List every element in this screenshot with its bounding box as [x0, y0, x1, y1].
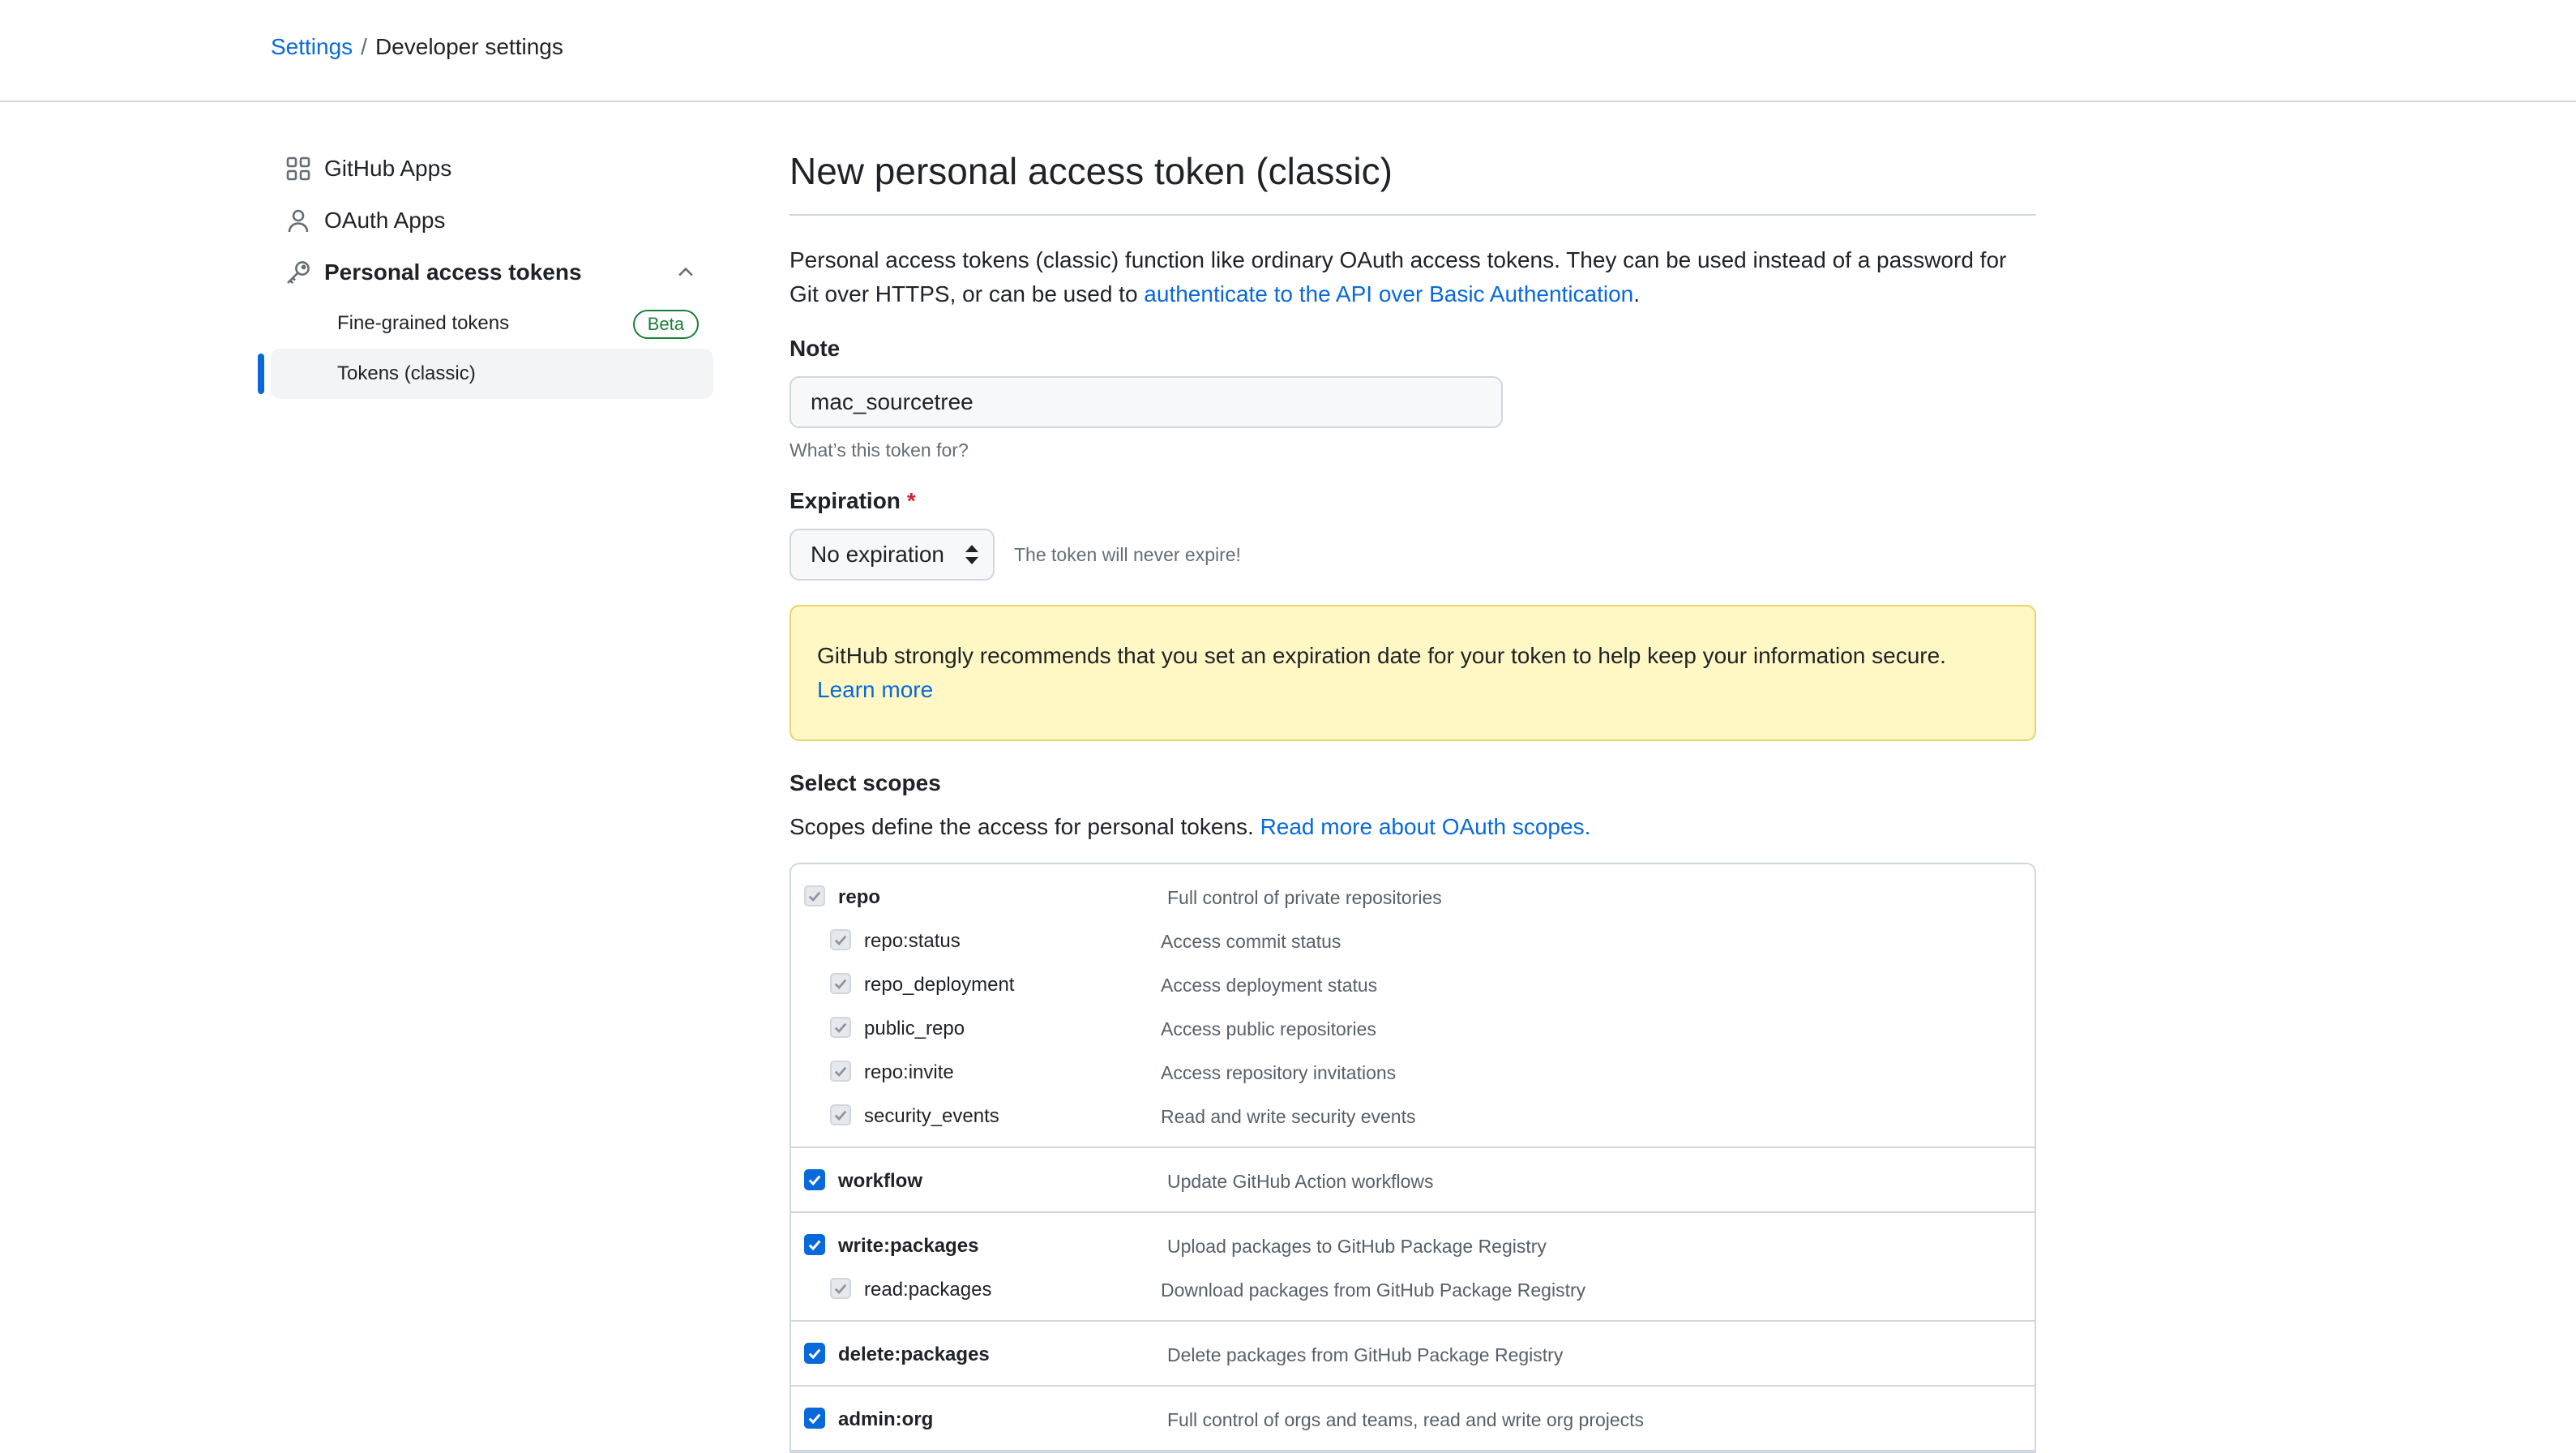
sidebar-item-personal-access-tokens[interactable]: Personal access tokens [258, 246, 713, 298]
breadcrumb: Settings / Developer settings [271, 31, 563, 63]
basic-auth-link[interactable]: authenticate to the API over Basic Authe… [1144, 281, 1633, 306]
subscope-checkbox[interactable] [830, 973, 851, 994]
scope-checkbox[interactable] [804, 1408, 825, 1429]
expiration-row: No expiration The token will never expir… [789, 529, 2036, 581]
sidebar: GitHub Apps OAuth Apps Personal access t… [258, 143, 713, 399]
scope-description: Full control of private repositories [1167, 886, 1442, 908]
subscope-checkbox[interactable] [830, 1061, 851, 1082]
expiration-note: The token will never expire! [1013, 543, 1241, 565]
sidebar-item-fine-grained-tokens[interactable]: Fine-grained tokens Beta [271, 298, 713, 349]
active-indicator [258, 354, 264, 394]
sidebar-item-label: OAuth Apps [324, 208, 446, 233]
scope-checkbox[interactable] [804, 1234, 825, 1255]
subscope-description: Access deployment status [1161, 974, 1378, 996]
scope-name: repo [838, 886, 881, 908]
scope-group: repo Full control of private repositories… [791, 864, 2035, 1148]
subscope-name: security_events [864, 1105, 999, 1127]
top-bar: Settings / Developer settings [0, 0, 2576, 102]
note-label: Note [789, 336, 841, 361]
scope-checkbox[interactable] [804, 885, 825, 907]
key-icon [284, 258, 313, 287]
flash-text: GitHub strongly recommends that you set … [817, 643, 1946, 668]
scope-description: Delete packages from GitHub Package Regi… [1167, 1344, 1564, 1365]
subscope-description: Read and write security events [1161, 1105, 1416, 1127]
scope-row: repo Full control of private repositories [791, 876, 2035, 919]
scope-group: admin:org Full control of orgs and teams,… [791, 1387, 2035, 1451]
scope-row: delete:packages Delete packages from GitH… [791, 1333, 2035, 1377]
breadcrumb-separator: / [361, 34, 367, 59]
subscope-row: read:packages Download packages from GitH… [791, 1268, 2035, 1312]
intro-text: Personal access tokens (classic) functio… [789, 243, 2036, 311]
expiration-warning-flash: GitHub strongly recommends that you set … [789, 605, 2036, 741]
expiration-select[interactable]: No expiration [789, 529, 995, 581]
expiration-select-value: No expiration [811, 542, 944, 567]
select-scopes-heading: Select scopes [789, 770, 941, 795]
sidebar-item-oauth-apps[interactable]: OAuth Apps [258, 195, 713, 246]
select-arrows-icon [965, 545, 978, 564]
note-hint: What’s this token for? [789, 439, 969, 461]
breadcrumb-current: Developer settings [374, 34, 563, 59]
subscope-name: repo_deployment [864, 974, 1015, 996]
scope-description: Update GitHub Action workflows [1167, 1170, 1434, 1192]
scope-name: admin:org [838, 1408, 934, 1430]
breadcrumb-settings-link[interactable]: Settings [271, 31, 353, 63]
subscope-description: Access commit status [1161, 930, 1341, 952]
subscope-row: repo:status Access commit status [791, 919, 2035, 963]
subscope-row: repo:invite Access repository invitations [791, 1051, 2035, 1095]
subscope-description: Access public repositories [1161, 1018, 1376, 1039]
scope-checkbox[interactable] [804, 1169, 825, 1190]
subscope-row: security_events Read and write security e… [791, 1095, 2035, 1138]
subscope-name: repo:invite [864, 1061, 954, 1083]
scope-row: write:packages Upload packages to GitHub … [791, 1224, 2035, 1268]
scope-name: delete:packages [838, 1344, 990, 1365]
subscope-checkbox[interactable] [830, 1017, 851, 1038]
chevron-up-icon[interactable] [674, 261, 697, 284]
required-asterisk: * [906, 488, 916, 513]
note-input[interactable]: mac_sourcetree [789, 376, 1503, 428]
subscope-row: repo_deployment Access deployment status [791, 963, 2035, 1007]
scope-row: workflow Update GitHub Action workflows [791, 1159, 2035, 1203]
scope-group: workflow Update GitHub Action workflows [791, 1148, 2035, 1213]
scope-group: write:packages Upload packages to GitHub … [791, 1213, 2035, 1322]
main-content: New personal access token (classic) Pers… [789, 143, 2036, 1453]
scopes-list: repo Full control of private repositories… [789, 863, 2036, 1453]
oauth-scopes-link[interactable]: Read more about OAuth scopes. [1260, 814, 1591, 839]
expiration-label: Expiration * [789, 485, 2036, 517]
scope-description: Upload packages to GitHub Package Regist… [1167, 1235, 1547, 1257]
sidebar-item-github-apps[interactable]: GitHub Apps [258, 143, 713, 195]
scope-name: workflow [838, 1170, 923, 1192]
scope-name: write:packages [838, 1235, 979, 1257]
scopes-description: Scopes define the access for personal to… [789, 811, 2036, 843]
sidebar-subitem-label: Tokens (classic) [337, 362, 476, 384]
person-icon [284, 206, 313, 235]
subscope-name: repo:status [864, 930, 961, 952]
subscope-name: read:packages [864, 1279, 992, 1301]
page-title: New personal access token (classic) [789, 143, 2036, 216]
subscope-description: Access repository invitations [1161, 1061, 1397, 1083]
subscope-checkbox[interactable] [830, 1278, 851, 1299]
sidebar-item-tokens-classic[interactable]: Tokens (classic) [258, 349, 713, 399]
sidebar-subitem-label: Fine-grained tokens [337, 312, 510, 334]
learn-more-link[interactable]: Learn more [817, 677, 933, 702]
scope-checkbox[interactable] [804, 1343, 825, 1364]
subscope-row: public_repo Access public repositories [791, 1007, 2035, 1051]
subscope-checkbox[interactable] [830, 929, 851, 950]
apps-icon [284, 154, 313, 183]
scope-row: admin:org Full control of orgs and teams,… [791, 1398, 2035, 1442]
subscope-description: Download packages from GitHub Package Re… [1161, 1279, 1586, 1301]
scopes-description-text: Scopes define the access for personal to… [789, 814, 1260, 839]
sidebar-item-label: GitHub Apps [324, 156, 452, 181]
expiration-label-text: Expiration [789, 488, 901, 513]
beta-badge: Beta [632, 310, 699, 339]
scope-group: delete:packages Delete packages from GitH… [791, 1322, 2035, 1387]
subscope-name: public_repo [864, 1018, 965, 1039]
intro-text-end: . [1633, 281, 1641, 306]
sidebar-item-label: Personal access tokens [324, 259, 582, 285]
subscope-checkbox[interactable] [830, 1104, 851, 1125]
